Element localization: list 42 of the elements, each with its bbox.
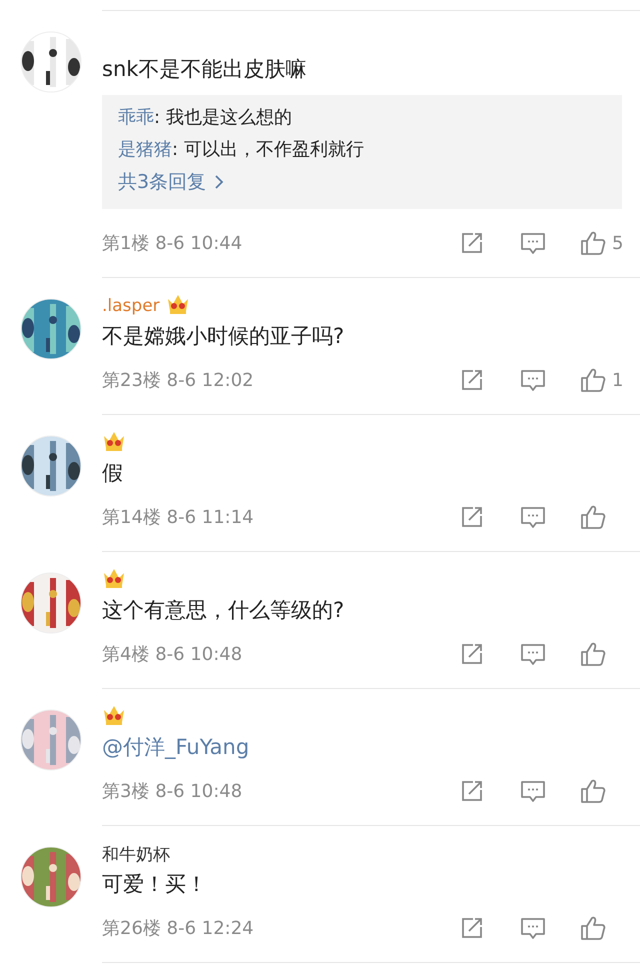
comment-icon[interactable] bbox=[520, 779, 546, 803]
comment-text: 可爱！买！ bbox=[102, 871, 208, 898]
comment-text: 不是嫦娥小时候的亚子吗? bbox=[102, 323, 346, 350]
comment-icon[interactable] bbox=[520, 642, 546, 666]
floor-time: 第26楼 8-6 12:24 bbox=[102, 917, 255, 940]
reply-text: 乖乖: 我也是这么想的 bbox=[118, 106, 293, 129]
thumbs-up-icon[interactable] bbox=[580, 504, 606, 530]
like-count: 5 bbox=[612, 232, 624, 254]
comment-icon[interactable] bbox=[520, 231, 546, 255]
reply-text: 是猪猪: 可以出，不作盈利就行 bbox=[118, 138, 365, 161]
floor-time: 第1楼 8-6 10:44 bbox=[102, 232, 244, 255]
share-icon[interactable] bbox=[460, 916, 484, 940]
share-icon[interactable] bbox=[460, 231, 484, 255]
like-count: 1 bbox=[612, 370, 624, 390]
comment-text: 假 bbox=[102, 460, 124, 487]
floor-time: 第3楼 8-6 10:48 bbox=[102, 780, 244, 803]
comment-icon[interactable] bbox=[520, 916, 546, 940]
crown-icon bbox=[102, 430, 126, 452]
share-icon[interactable] bbox=[460, 505, 484, 529]
comment-icon[interactable] bbox=[520, 505, 546, 529]
share-icon[interactable] bbox=[460, 779, 484, 803]
share-icon[interactable] bbox=[460, 642, 484, 666]
floor-time: 第23楼 8-6 12:02 bbox=[102, 369, 255, 392]
thumbs-up-icon[interactable] bbox=[580, 367, 606, 393]
comment-icon[interactable] bbox=[520, 368, 546, 392]
thumbs-up-icon[interactable] bbox=[580, 641, 606, 667]
chevron-right-icon bbox=[214, 174, 224, 190]
crown-icon bbox=[102, 704, 126, 726]
thumbs-up-icon[interactable] bbox=[580, 778, 606, 804]
username[interactable]: 和牛奶杯 bbox=[102, 842, 170, 866]
thumbs-up-icon[interactable] bbox=[580, 915, 606, 941]
floor-time: 第4楼 8-6 10:48 bbox=[102, 643, 244, 666]
crown-icon bbox=[166, 292, 190, 314]
floor-time: 第14楼 8-6 11:14 bbox=[102, 506, 255, 529]
more-replies-link[interactable]: 共3条回复 bbox=[118, 169, 606, 195]
comment-text: 这个有意思，什么等级的? bbox=[102, 597, 346, 624]
username[interactable]: .lasper bbox=[102, 296, 160, 316]
share-icon[interactable] bbox=[460, 368, 484, 392]
thumbs-up-icon[interactable] bbox=[580, 230, 606, 256]
crown-icon bbox=[102, 566, 126, 588]
comment-text: snk不是不能出皮肤嘛 bbox=[102, 56, 308, 83]
mention-link[interactable]: @付洋_FuYang bbox=[102, 733, 640, 761]
